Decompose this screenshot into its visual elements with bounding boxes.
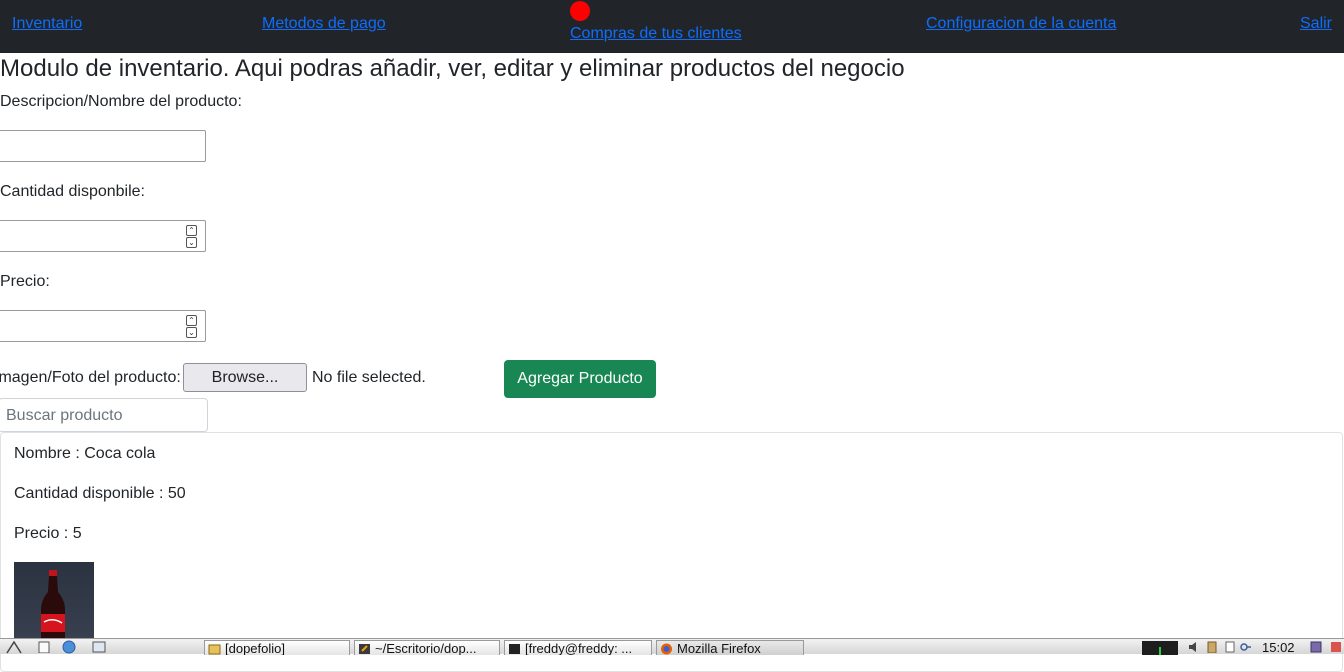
browse-button[interactable]: Browse... xyxy=(183,363,307,392)
chevron-down-icon[interactable]: ⌄ xyxy=(186,237,197,248)
firefox-icon xyxy=(661,643,672,655)
quantity-input[interactable]: ⌃ ⌄ xyxy=(0,220,206,252)
page-title: Modulo de inventario. Aqui podras añadir… xyxy=(0,55,905,82)
chevron-up-icon[interactable]: ⌃ xyxy=(186,315,197,326)
product-card: Nombre : Coca cola Cantidad disponible :… xyxy=(0,432,1343,672)
no-file-text: No file selected. xyxy=(312,369,426,386)
description-input[interactable] xyxy=(0,130,206,162)
terminal-icon xyxy=(509,644,520,654)
network-graph xyxy=(1142,641,1178,655)
quantity-stepper[interactable]: ⌃ ⌄ xyxy=(186,225,197,249)
taskbar-task[interactable]: [dopefolio] xyxy=(204,640,350,655)
price-input[interactable]: ⌃ ⌄ xyxy=(0,310,206,342)
quantity-label: Cantidad disponbile: xyxy=(0,183,145,200)
power-icon[interactable] xyxy=(1330,641,1342,653)
price-label: Precio: xyxy=(0,273,50,290)
add-product-button[interactable]: Agregar Producto xyxy=(504,360,656,398)
clipboard-icon[interactable] xyxy=(1206,641,1218,653)
product-name: Nombre : Coca cola xyxy=(14,445,156,462)
chevron-up-icon[interactable]: ⌃ xyxy=(186,225,197,236)
price-stepper[interactable]: ⌃ ⌄ xyxy=(186,315,197,339)
speaker-icon[interactable] xyxy=(1188,641,1200,653)
taskbar-task-label: Mozilla Firefox xyxy=(677,641,761,655)
taskbar-task-label: [dopefolio] xyxy=(225,641,285,655)
taskbar-clock: 15:02 xyxy=(1262,640,1295,655)
taskbar-task[interactable]: ~/Escritorio/dop... xyxy=(354,640,500,655)
nav-link-compras-clientes[interactable]: Compras de tus clientes xyxy=(570,25,742,43)
menu-icon[interactable] xyxy=(6,640,22,654)
nav-link-inventario[interactable]: Inventario xyxy=(12,15,82,33)
nav-link-configuracion-cuenta[interactable]: Configuracion de la cuenta xyxy=(926,15,1116,33)
key-icon[interactable] xyxy=(1240,641,1252,653)
workspace-icon[interactable] xyxy=(1310,641,1322,653)
notification-dot xyxy=(570,1,590,21)
image-label: Imagen/Foto del producto: xyxy=(0,369,181,386)
product-price: Precio : 5 xyxy=(14,525,82,542)
window-icon[interactable] xyxy=(92,641,106,653)
taskbar-task-label: ~/Escritorio/dop... xyxy=(375,641,477,655)
folder-icon xyxy=(208,644,221,655)
search-placeholder: Buscar producto xyxy=(6,407,123,424)
nav-link-salir[interactable]: Salir xyxy=(1300,15,1332,33)
editor-icon xyxy=(359,644,370,654)
description-label: Descripcion/Nombre del producto: xyxy=(0,93,242,110)
taskbar-task[interactable]: Mozilla Firefox xyxy=(656,640,804,655)
os-taskbar: [dopefolio] ~/Escritorio/dop... [freddy@… xyxy=(0,638,1344,655)
product-quantity: Cantidad disponible : 50 xyxy=(14,485,186,502)
top-navbar: Inventario Metodos de pago Compras de tu… xyxy=(0,0,1344,53)
nav-link-metodos-de-pago[interactable]: Metodos de pago xyxy=(262,15,386,33)
taskbar-task-label: [freddy@freddy: ... xyxy=(525,641,633,655)
taskbar-task[interactable]: [freddy@freddy: ... xyxy=(504,640,652,655)
chevron-down-icon[interactable]: ⌄ xyxy=(186,327,197,338)
file-icon[interactable] xyxy=(38,641,50,653)
search-input[interactable]: Buscar producto xyxy=(0,398,208,432)
globe-icon[interactable] xyxy=(62,640,76,654)
doc-icon[interactable] xyxy=(1224,641,1236,653)
